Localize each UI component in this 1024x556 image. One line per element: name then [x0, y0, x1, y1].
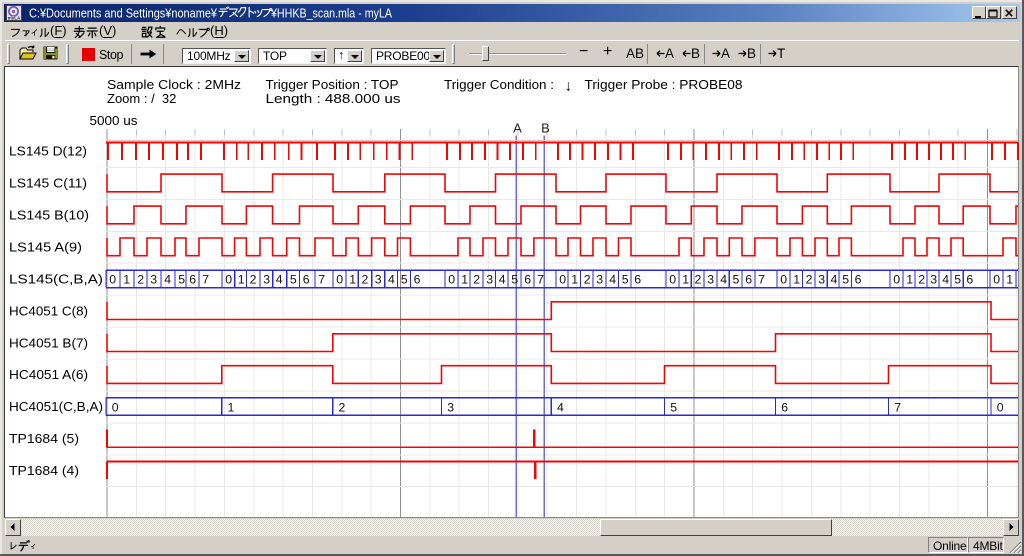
svg-text:2: 2 — [806, 273, 813, 287]
svg-text:4: 4 — [942, 273, 949, 287]
svg-text:4: 4 — [164, 273, 171, 287]
svg-text:LS145 C(11): LS145 C(11) — [9, 176, 87, 191]
svg-text:1: 1 — [793, 273, 800, 287]
svg-text:0: 0 — [997, 400, 1004, 414]
svg-text:1: 1 — [682, 273, 689, 287]
svg-text:5: 5 — [290, 273, 297, 287]
svg-text:1: 1 — [1006, 273, 1013, 287]
svg-text:3: 3 — [707, 273, 714, 287]
svg-text:TP1684 (4): TP1684 (4) — [9, 463, 79, 478]
svg-text:2: 2 — [250, 273, 257, 287]
svg-text:6: 6 — [781, 400, 788, 414]
svg-text:4: 4 — [388, 273, 395, 287]
svg-text:3: 3 — [596, 273, 603, 287]
svg-text:2: 2 — [695, 273, 702, 287]
svg-text:0: 0 — [448, 273, 455, 287]
svg-text:4: 4 — [720, 273, 727, 287]
svg-text:3: 3 — [930, 273, 937, 287]
svg-text:4: 4 — [557, 400, 564, 414]
svg-text:2: 2 — [918, 273, 925, 287]
svg-text:5: 5 — [733, 273, 740, 287]
svg-text:7: 7 — [537, 273, 544, 287]
svg-text:1: 1 — [906, 273, 913, 287]
svg-text:4: 4 — [499, 273, 506, 287]
svg-text:B: B — [541, 121, 550, 136]
svg-text:4: 4 — [609, 273, 616, 287]
svg-text:4: 4 — [276, 273, 283, 287]
svg-text:2: 2 — [584, 273, 591, 287]
svg-text:0: 0 — [993, 273, 1000, 287]
svg-text:0: 0 — [225, 273, 232, 287]
svg-text:5: 5 — [178, 273, 185, 287]
svg-text:0: 0 — [109, 273, 116, 287]
svg-text:5: 5 — [401, 273, 408, 287]
svg-text:LS145(C,B,A): LS145(C,B,A) — [9, 271, 103, 286]
svg-text:Trigger Position : TOP: Trigger Position : TOP — [266, 77, 399, 92]
svg-text:5000 us: 5000 us — [90, 113, 139, 128]
svg-text:0: 0 — [112, 400, 119, 414]
svg-text:3: 3 — [150, 273, 157, 287]
svg-text:TP1684 (5): TP1684 (5) — [9, 431, 79, 446]
svg-text:0: 0 — [336, 273, 343, 287]
svg-text:5: 5 — [954, 273, 961, 287]
svg-text:LS145 A(9): LS145 A(9) — [9, 240, 82, 255]
svg-text:A: A — [513, 121, 522, 136]
svg-text:3: 3 — [447, 400, 454, 414]
svg-text:2: 2 — [137, 273, 144, 287]
svg-text:3: 3 — [818, 273, 825, 287]
svg-text:↓: ↓ — [565, 78, 573, 95]
svg-text:LS145 B(10): LS145 B(10) — [9, 208, 89, 223]
svg-text:5: 5 — [622, 273, 629, 287]
svg-text:2: 2 — [362, 273, 369, 287]
svg-text:Trigger Probe : PROBE08: Trigger Probe : PROBE08 — [585, 77, 743, 92]
svg-text:0: 0 — [780, 273, 787, 287]
svg-text:0: 0 — [559, 273, 566, 287]
svg-text:6: 6 — [524, 273, 531, 287]
svg-text:5: 5 — [670, 400, 677, 414]
svg-text:LS145 D(12): LS145 D(12) — [9, 144, 87, 159]
svg-text:7: 7 — [202, 273, 209, 287]
svg-text:0: 0 — [893, 273, 900, 287]
svg-text:5: 5 — [511, 273, 518, 287]
svg-text:3: 3 — [486, 273, 493, 287]
svg-text:1: 1 — [123, 273, 130, 287]
svg-text:7: 7 — [894, 400, 901, 414]
svg-text:1: 1 — [238, 273, 245, 287]
svg-text:1: 1 — [461, 273, 468, 287]
svg-text:6: 6 — [855, 273, 862, 287]
svg-text:2: 2 — [473, 273, 480, 287]
svg-text:6: 6 — [745, 273, 752, 287]
svg-text:7: 7 — [758, 273, 765, 287]
svg-text:Trigger Condition :: Trigger Condition : — [444, 77, 554, 92]
svg-text:6: 6 — [303, 273, 310, 287]
svg-text:6: 6 — [414, 273, 421, 287]
svg-text:1: 1 — [571, 273, 578, 287]
svg-text:7: 7 — [318, 273, 325, 287]
svg-text:1: 1 — [349, 273, 356, 287]
svg-text:Length : 488.000 us: Length : 488.000 us — [266, 91, 402, 106]
svg-text:1: 1 — [228, 400, 235, 414]
svg-text:HC4051 B(7): HC4051 B(7) — [9, 335, 88, 350]
svg-text:Sample Clock : 2MHz: Sample Clock : 2MHz — [107, 77, 241, 92]
svg-text:6: 6 — [189, 273, 196, 287]
svg-text:6: 6 — [634, 273, 641, 287]
svg-text:6: 6 — [966, 273, 973, 287]
svg-text:HC4051(C,B,A): HC4051(C,B,A) — [9, 399, 103, 414]
svg-text:HC4051 A(6): HC4051 A(6) — [9, 367, 88, 382]
svg-text:3: 3 — [375, 273, 382, 287]
svg-text:3: 3 — [263, 273, 270, 287]
svg-text:HC4051 C(8): HC4051 C(8) — [9, 303, 88, 318]
svg-text:Zoom : / 32: Zoom : / 32 — [107, 91, 176, 106]
svg-text:0: 0 — [669, 273, 676, 287]
svg-text:5: 5 — [842, 273, 849, 287]
svg-text:4: 4 — [831, 273, 838, 287]
svg-text:2: 2 — [339, 400, 346, 414]
